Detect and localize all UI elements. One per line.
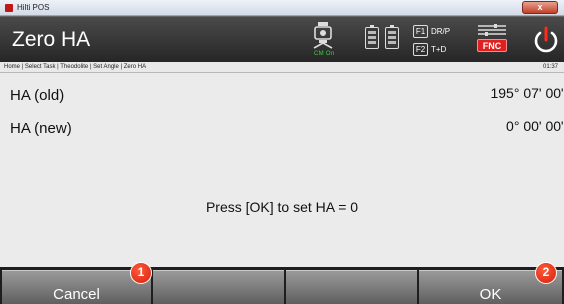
fkey-f1-label: DR/P <box>431 27 451 36</box>
softkey-bar: Cancel OK <box>0 267 564 304</box>
callout-marker: 2 <box>535 262 557 284</box>
softkey-empty-2[interactable] <box>286 270 417 304</box>
ha-new-value: 0° 00' 00" <box>506 118 564 134</box>
fnc-button[interactable]: FNC <box>476 23 508 55</box>
theodolite-status[interactable]: CM On <box>310 21 336 59</box>
page-title: Zero HA <box>12 28 91 51</box>
settings-lines-icon <box>478 24 506 36</box>
theodolite-icon <box>313 22 333 49</box>
battery-status <box>365 25 401 49</box>
battery-icon <box>365 25 379 49</box>
breadcrumb: Home | Select Task | Theodolite | Set An… <box>4 64 147 70</box>
clock: 01:37 <box>542 64 558 70</box>
window-title: Hilti POS <box>17 3 50 12</box>
power-icon <box>534 26 558 53</box>
softkey-empty-1[interactable] <box>153 270 284 304</box>
power-button[interactable] <box>531 25 561 55</box>
window-close-button[interactable]: x <box>522 1 558 14</box>
fkey-f1[interactable]: F1 DR/P <box>413 24 450 39</box>
fkey-f2-key: F2 <box>413 43 428 56</box>
ha-old-label: HA (old) <box>10 87 65 104</box>
battery-icon <box>385 25 399 49</box>
window-titlebar: Hilti POS x <box>0 0 564 16</box>
ha-old-value: 195° 07' 00" <box>490 85 564 101</box>
breadcrumb-bar: Home | Select Task | Theodolite | Set An… <box>0 62 564 73</box>
main-content: HA (old) 195° 07' 00" HA (new) 0° 00' 00… <box>0 73 564 267</box>
app-icon <box>5 4 13 12</box>
cancel-button-label: Cancel <box>53 286 100 303</box>
fkey-f1-key: F1 <box>413 25 428 38</box>
fkey-f2-label: T+D <box>431 45 447 54</box>
ha-new-label: HA (new) <box>10 120 72 137</box>
fnc-label: FNC <box>477 39 507 52</box>
theodolite-status-label: CM On <box>314 51 335 57</box>
cancel-button[interactable]: Cancel <box>2 270 151 304</box>
app-header: Zero HA CM On F1 DR/P F2 T+D FNC <box>0 16 564 62</box>
instruction-message: Press [OK] to set HA = 0 <box>205 199 359 215</box>
ok-button-label: OK <box>479 286 502 303</box>
fkey-f2[interactable]: F2 T+D <box>413 42 446 57</box>
callout-marker: 1 <box>130 262 152 284</box>
